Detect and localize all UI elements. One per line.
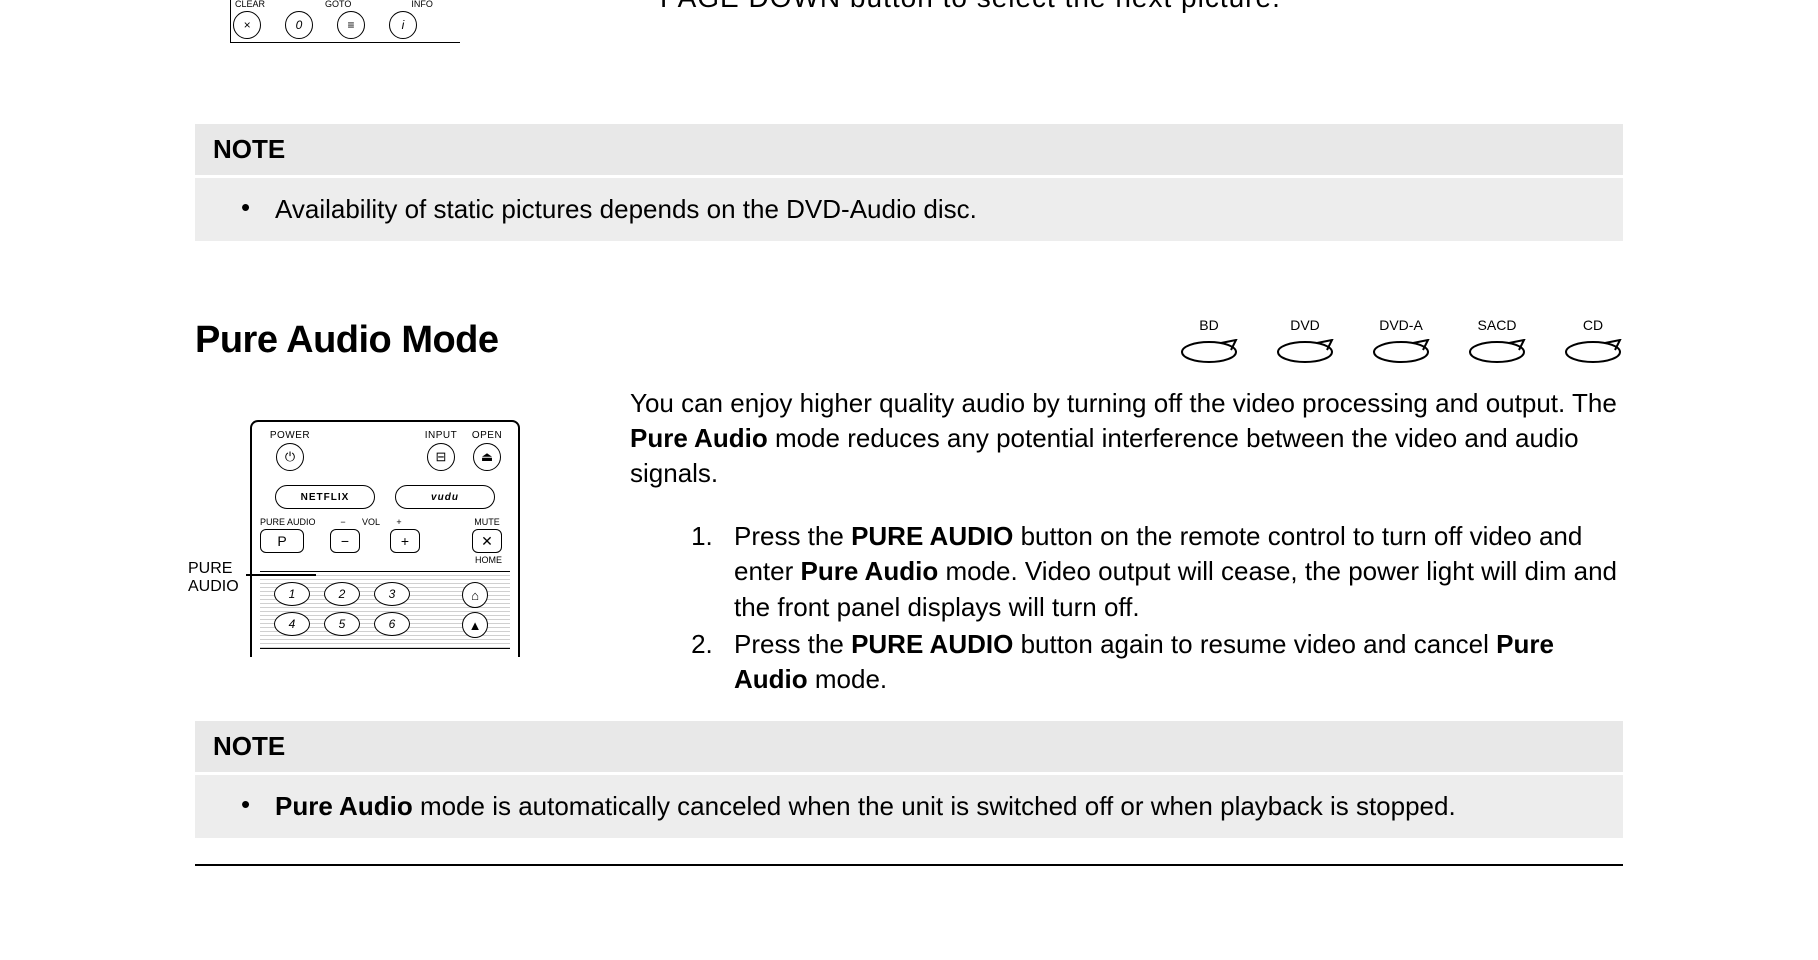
btn-up: ▲ — [462, 612, 488, 638]
btn-open: ⏏ — [473, 443, 501, 471]
note2-body: • Pure Audio mode is automatically cance… — [195, 775, 1623, 838]
btn-num-1: 1 — [274, 582, 310, 606]
section-intro: You can enjoy higher quality audio by tu… — [630, 386, 1623, 491]
btn-num-2: 2 — [324, 582, 360, 606]
label-vol-plus: + — [386, 517, 412, 527]
btn-vol-up: + — [390, 529, 420, 553]
label-power: POWER — [260, 430, 320, 441]
remote-label-info: INFO — [411, 0, 433, 9]
remote-btn-goto: ≡ — [337, 11, 365, 39]
note1-body: • Availability of static pictures depend… — [195, 178, 1623, 241]
label-pure-audio: PURE AUDIO — [260, 517, 330, 527]
pure-audio-callout: PURE AUDIO — [188, 560, 244, 595]
section-steps: Press the PURE AUDIO button on the remot… — [630, 519, 1623, 696]
disc-dvd: DVD — [1275, 321, 1335, 361]
bullet-icon: • — [241, 192, 275, 227]
section-title: Pure Audio Mode — [195, 319, 499, 362]
note2-text: Pure Audio mode is automatically cancele… — [275, 789, 1605, 824]
cutoff-line: PAGE DOWN button to select the next pict… — [660, 0, 1281, 14]
bullet-icon: • — [241, 789, 275, 824]
btn-vol-down: − — [330, 529, 360, 553]
step-1: Press the PURE AUDIO button on the remot… — [720, 519, 1623, 624]
bottom-rule — [195, 864, 1623, 866]
btn-input: ⊟ — [427, 443, 455, 471]
disc-icons: BD DVD DVD-A SACD CD — [1179, 321, 1623, 361]
btn-num-5: 5 — [324, 612, 360, 636]
step-2: Press the PURE AUDIO button again to res… — [720, 627, 1623, 697]
label-mute: MUTE — [464, 517, 510, 527]
btn-num-3: 3 — [374, 582, 410, 606]
disc-bd: BD — [1179, 321, 1239, 361]
label-input: INPUT — [418, 430, 464, 441]
btn-power: ⏻ — [276, 443, 304, 471]
btn-num-6: 6 — [374, 612, 410, 636]
disc-dvd-a: DVD-A — [1371, 321, 1431, 361]
label-home: HOME — [260, 555, 510, 565]
note2-header: NOTE — [195, 721, 1623, 772]
remote-fragment-top: CLEAR GOTO INFO × 0 ≡ i — [230, 0, 460, 43]
remote-control-illustration: PURE AUDIO POWER INPUT OPEN ⏻ ⊟ — [250, 420, 520, 657]
btn-vudu: vudu — [395, 485, 495, 509]
remote-label-clear: CLEAR — [235, 0, 265, 9]
note1-header: NOTE — [195, 124, 1623, 175]
remote-btn-info: i — [389, 11, 417, 39]
btn-home: ⌂ — [462, 582, 488, 608]
label-vol: VOL — [356, 517, 386, 527]
btn-mute: ✕ — [472, 529, 502, 553]
remote-btn-0: 0 — [285, 11, 313, 39]
page-top-fragment: PAGE DOWN button to select the next pict… — [0, 0, 1818, 70]
btn-num-4: 4 — [274, 612, 310, 636]
remote-number-grid: 1 2 3 ⌂ 4 5 6 ▲ — [260, 571, 510, 649]
btn-pure-audio: P — [260, 529, 304, 553]
label-vol-minus: − — [330, 517, 356, 527]
btn-netflix: NETFLIX — [275, 485, 375, 509]
note1-text: Availability of static pictures depends … — [275, 192, 1605, 227]
remote-label-goto: GOTO — [325, 0, 351, 9]
label-open: OPEN — [464, 430, 510, 441]
remote-btn-clear: × — [233, 11, 261, 39]
disc-sacd: SACD — [1467, 321, 1527, 361]
disc-cd: CD — [1563, 321, 1623, 361]
